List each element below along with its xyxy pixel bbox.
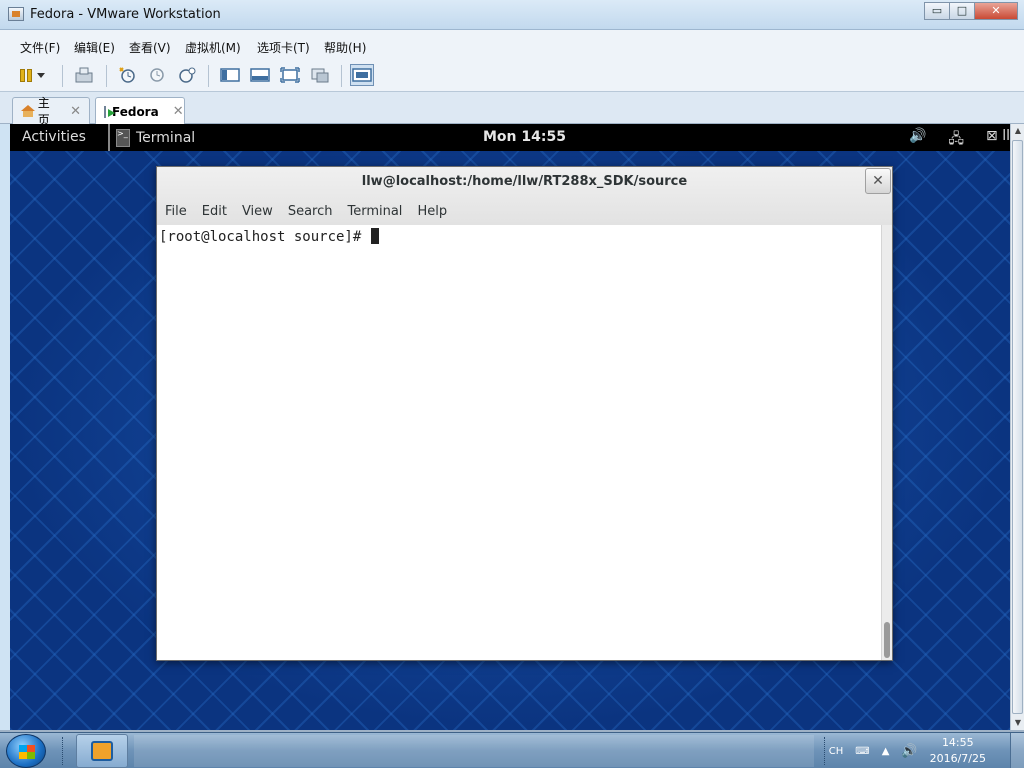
view-scroll-thumb[interactable] (1012, 140, 1023, 714)
user-menu-label: ll (1002, 128, 1010, 144)
taskbar-grip-2 (824, 737, 827, 765)
tab-home-label: 主页 (37, 96, 50, 127)
quick-switch-icon[interactable] (248, 64, 272, 86)
gnome-clock[interactable]: Mon 14:55 (483, 129, 566, 145)
show-desktop-button[interactable] (1010, 733, 1024, 768)
vmware-taskbar-icon (91, 741, 113, 761)
user-menu[interactable]: ⊠ ll (986, 128, 1010, 152)
terminal-close-button[interactable]: ✕ (865, 168, 891, 194)
taskbar-time: 14:55 (941, 736, 974, 749)
vmware-app-icon[interactable] (8, 7, 24, 21)
terminal-menu-edit[interactable]: Edit (202, 204, 227, 219)
window-controls: ▭ □ ✕ (924, 2, 1018, 20)
menu-tabs[interactable]: 选项卡(T) (257, 39, 310, 56)
thumbnail-view-icon[interactable] (350, 64, 374, 86)
app-menu-label: Terminal (136, 129, 196, 146)
menu-help[interactable]: 帮助(H) (324, 39, 366, 56)
system-tray: CH ⌨ ▲ 🔊 14:55 2016/7/25 (829, 733, 1024, 768)
scroll-up-icon[interactable]: ▲ (1011, 124, 1024, 138)
tab-fedora-close-icon[interactable]: ✕ (173, 104, 184, 119)
home-icon (21, 105, 35, 117)
unity-icon[interactable] (308, 64, 332, 86)
user-icon: ⊠ (986, 128, 998, 144)
terminal-menu-terminal[interactable]: Terminal (347, 204, 402, 219)
terminal-header: llw@localhost:/home/llw/RT288x_SDK/sourc… (157, 167, 892, 225)
tab-strip: 主页 ✕ Fedora ✕ (0, 92, 1024, 127)
gnome-top-bar: Activities >_ Terminal Mon 14:55 🔊 🖧 ⊠ l… (10, 124, 1010, 151)
minimize-button[interactable]: ▭ (924, 2, 950, 20)
terminal-menubar: File Edit View Search Terminal Help (165, 204, 447, 219)
show-hidden-icons-icon[interactable]: ▲ (882, 746, 890, 757)
start-button[interactable] (6, 734, 46, 768)
power-dropdown-caret-icon[interactable] (34, 64, 48, 86)
window-title: Fedora - VMware Workstation (30, 7, 221, 22)
terminal-window: llw@localhost:/home/llw/RT288x_SDK/sourc… (156, 166, 893, 661)
snapshot-take-icon[interactable] (115, 64, 139, 86)
send-ctrl-alt-del-icon[interactable] (72, 64, 96, 86)
terminal-menu-help[interactable]: Help (417, 204, 447, 219)
keyboard-icon[interactable]: ⌨ (855, 746, 869, 757)
menu-file[interactable]: 文件(F) (20, 39, 60, 56)
terminal-title: llw@localhost:/home/llw/RT288x_SDK/sourc… (361, 174, 688, 189)
taskbar-date: 2016/7/25 (929, 752, 986, 765)
network-icon[interactable]: 🖧 (948, 128, 964, 152)
tab-fedora[interactable]: Fedora ✕ (95, 97, 185, 125)
tab-fedora-label: Fedora (112, 104, 159, 119)
fullscreen-icon[interactable] (278, 64, 302, 86)
terminal-output[interactable]: [root@localhost source]# (157, 225, 881, 660)
menu-view[interactable]: 查看(V) (129, 39, 171, 56)
guest-display[interactable]: Activities >_ Terminal Mon 14:55 🔊 🖧 ⊠ l… (10, 124, 1010, 730)
terminal-menu-search[interactable]: Search (288, 204, 333, 219)
terminal-menu-file[interactable]: File (165, 204, 187, 219)
app-menu-terminal[interactable]: >_ Terminal (108, 124, 195, 151)
taskbar-grip (62, 737, 65, 765)
menubar: 文件(F) 编辑(E) 查看(V) 虚拟机(M) 选项卡(T) 帮助(H) (0, 30, 1024, 60)
taskbar-clock[interactable]: 14:55 2016/7/25 (930, 735, 986, 767)
terminal-icon: >_ (116, 128, 130, 147)
shell-prompt: [root@localhost source]# (159, 229, 370, 245)
terminal-scrollbar[interactable] (881, 225, 892, 660)
window-titlebar: Fedora - VMware Workstation ▭ □ ✕ (0, 0, 1024, 30)
volume-icon[interactable]: 🔊 (909, 128, 926, 152)
terminal-scroll-thumb[interactable] (884, 622, 890, 658)
console-view-icon[interactable] (218, 64, 242, 86)
toolbar (0, 60, 1024, 92)
windows-taskbar: CH ⌨ ▲ 🔊 14:55 2016/7/25 (0, 732, 1024, 768)
snapshot-manager-icon[interactable] (175, 64, 199, 86)
input-language[interactable]: CH (829, 746, 844, 757)
scroll-down-icon[interactable]: ▼ (1011, 716, 1024, 730)
terminal-menu-view[interactable]: View (242, 204, 273, 219)
menu-vm[interactable]: 虚拟机(M) (185, 39, 241, 56)
activities-button[interactable]: Activities (22, 129, 86, 145)
vm-icon (104, 105, 115, 118)
snapshot-revert-icon[interactable] (145, 64, 169, 86)
tab-home-close-icon[interactable]: ✕ (70, 104, 81, 119)
gnome-status-area[interactable]: 🔊 🖧 ⊠ ll (909, 128, 1010, 152)
taskbar-empty-area (134, 735, 814, 767)
maximize-button[interactable]: □ (949, 2, 975, 20)
taskbar-vmware-button[interactable] (76, 734, 128, 768)
speaker-icon[interactable]: 🔊 (901, 744, 917, 759)
text-cursor (370, 228, 379, 244)
menu-edit[interactable]: 编辑(E) (74, 39, 115, 56)
view-scrollbar[interactable]: ▲ ▼ (1010, 124, 1024, 730)
close-button[interactable]: ✕ (974, 2, 1018, 20)
tab-home[interactable]: 主页 ✕ (12, 96, 90, 127)
